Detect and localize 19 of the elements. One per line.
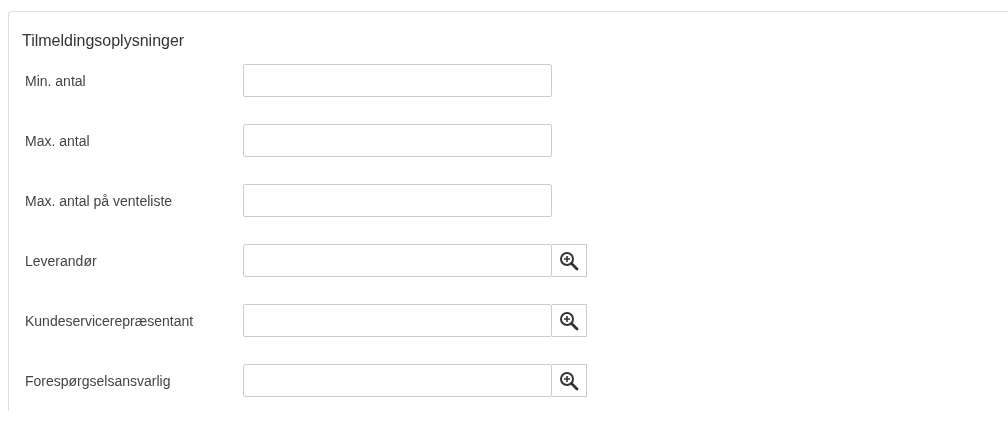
field-label: Max. antal på venteliste: [25, 192, 174, 209]
lookup-button[interactable]: [552, 364, 587, 397]
input-field[interactable]: [243, 124, 552, 157]
lookup-button[interactable]: [552, 304, 587, 337]
field-label: Forespørgselsansvarlig: [25, 372, 172, 389]
lookup-button[interactable]: [552, 244, 587, 277]
zoom-in-icon: [559, 250, 579, 271]
input-field[interactable]: [243, 184, 552, 217]
input-field[interactable]: [243, 64, 552, 97]
field-label: Min. antal: [25, 72, 87, 89]
section-title: Tilmeldingsoplysninger: [22, 32, 186, 50]
field-label: Leverandør: [25, 252, 98, 269]
field-label: Kundeservicerepræsentant: [25, 312, 195, 329]
input-field[interactable]: [243, 244, 552, 277]
field-label: Max. antal: [25, 132, 91, 149]
input-field[interactable]: [243, 304, 552, 337]
input-field[interactable]: [243, 364, 552, 397]
zoom-in-icon: [559, 310, 579, 331]
zoom-in-icon: [559, 370, 579, 391]
